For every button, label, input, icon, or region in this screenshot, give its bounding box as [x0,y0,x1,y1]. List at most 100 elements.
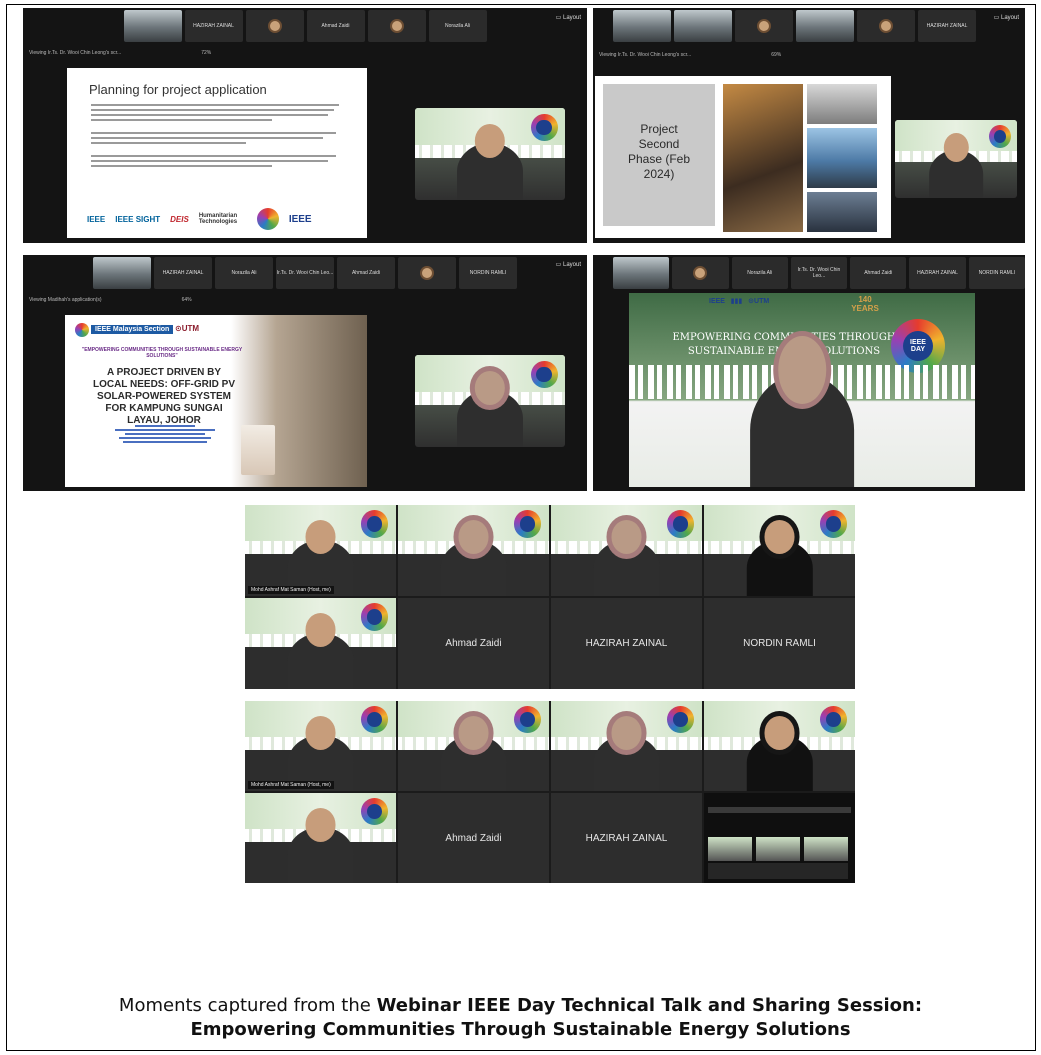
camera-off-tile[interactable]: HAZIRAH ZAINAL [551,793,702,883]
participant-tile-video[interactable] [123,10,182,42]
avatar [693,266,708,280]
avatar [267,19,282,33]
speaker-video[interactable] [415,355,565,447]
presenter-photo [241,425,275,475]
video-tile[interactable] [398,505,549,596]
avatar [757,19,771,33]
participant-tile[interactable] [857,10,915,42]
viewing-label: Viewing Ir.Ts. Dr. Wooi Chin Leong's scr… [29,50,122,56]
participant-tile[interactable]: Norazila Ali [215,257,273,289]
participant-tile[interactable]: NORDIN RAMLI [968,257,1025,289]
camera-off-tile[interactable]: Ahmad Zaidi [398,793,549,883]
video-tile[interactable] [704,505,855,596]
layout-icon: ▭ [993,15,1001,21]
slide-title: A PROJECT DRIVEN BY LOCAL NEEDS: OFF-GRI… [92,367,236,426]
video-tile[interactable] [245,793,396,883]
utm-logo: ⊙UTM [175,324,200,333]
participant-tile[interactable] [672,257,729,289]
zoom-level[interactable]: 72% [201,50,211,56]
deis-logo: DEIS [170,214,189,224]
video-tile[interactable] [551,701,702,791]
video-tile[interactable] [704,701,855,791]
participant-tile-video[interactable] [674,10,732,42]
participant-tile-video[interactable] [93,257,151,289]
slide-body-text [91,104,349,170]
viewing-label: Viewing Ir.Ts. Dr. Wooi Chin Leong's scr… [599,52,692,58]
layout-label: Layout [1000,15,1019,21]
layout-label: Layout [562,15,581,21]
layout-icon: ▭ [555,15,563,21]
screenshot-panel-4: Norazila Ali Ir.Ts. Dr. Wooi Chin Leo...… [593,255,1025,491]
participant-tile-video[interactable] [613,10,671,42]
share-view-bar: Viewing Ir.Ts. Dr. Wooi Chin Leong's scr… [23,48,587,58]
participant-strip: HAZIRAH ZAINAL [593,8,1025,44]
participant-tile[interactable] [367,10,426,42]
caption-bold-line-2: Empowering Communities Through Sustainab… [190,1019,851,1040]
speaker-video[interactable] [895,120,1017,198]
participant-tile[interactable] [735,10,793,42]
participant-tile[interactable]: HAZIRAH ZAINAL [184,10,243,42]
shared-slide: Planning for project application IEEE IE… [67,68,367,238]
participant-tile[interactable]: HAZIRAH ZAINAL [154,257,212,289]
viewing-label: Viewing Madihah's application(s) [29,297,102,303]
camera-off-tile[interactable]: Ahmad Zaidi [398,598,549,689]
avatar [389,19,404,33]
slide-logo-row: IEEE IEEE SIGHT DEIS Humanitarian Techno… [87,208,357,230]
share-view-bar: Viewing Madihah's application(s) 64% [23,295,587,305]
participant-strip: HAZIRAH ZAINAL Ahmad Zaidi Norazila Ali [23,8,587,44]
participant-tile[interactable]: HAZIRAH ZAINAL [918,10,976,42]
participant-tile[interactable] [398,257,456,289]
video-tile[interactable]: Mohd Ashraf Mat Saman (Host, me) [245,701,396,791]
participant-tile[interactable]: Ir.Ts. Dr. Wooi Chin Leo... [790,257,848,289]
share-view-bar: Viewing Ir.Ts. Dr. Wooi Chin Leong's scr… [593,50,1025,60]
caption-prefix: Moments captured from the [118,995,377,1016]
participant-tile[interactable] [245,10,304,42]
speaker-video-large[interactable]: IEEE ▮▮▮ ⊙UTM 140 YEARS EMPOWERING COMMU… [629,293,975,487]
video-tile[interactable] [245,598,396,689]
zoom-level[interactable]: 69% [771,52,781,58]
video-tile[interactable]: Mohd Ashraf Mat Saman (Host, me) [245,505,396,596]
screenshot-panel-3: HAZIRAH ZAINAL Norazila Ali Ir.Ts. Dr. W… [23,255,587,491]
slide-photo [807,192,877,232]
participant-tile-video[interactable] [796,10,854,42]
layout-button[interactable]: ▭ Layout [994,14,1019,21]
slide-photo [807,84,877,124]
caption-bold-line-1: Webinar IEEE Day Technical Talk and Shar… [376,995,923,1016]
camera-off-tile[interactable]: NORDIN RAMLI [704,598,855,689]
participant-strip: Norazila Ali Ir.Ts. Dr. Wooi Chin Leo...… [593,255,1025,291]
ieee-sight-logo: IEEE SIGHT [115,214,161,224]
slide-quote: "EMPOWERING COMMUNITIES THROUGH SUSTAINA… [81,347,243,359]
screen-share-thumbnail[interactable] [704,793,855,883]
participant-tile[interactable]: Norazila Ali [428,10,487,42]
participant-tile[interactable]: HAZIRAH ZAINAL [909,257,966,289]
host-name-tag: Mohd Ashraf Mat Saman (Host, me) [248,781,334,789]
participant-tile[interactable]: Ir.Ts. Dr. Wooi Chin Leo... [276,257,334,289]
slide-title-box: Project Second Phase (Feb 2024) [603,84,715,226]
speaker-video[interactable] [415,108,565,200]
slide-title: Project Second Phase (Feb 2024) [627,122,691,181]
zoom-level[interactable]: 64% [182,297,192,303]
gallery-view-2: Mohd Ashraf Mat Saman (Host, me) Ahmad Z… [245,701,855,883]
layout-button[interactable]: ▭ Layout [556,14,581,21]
participant-tile[interactable]: Ahmad Zaidi [306,10,365,42]
layout-label: Layout [562,262,581,268]
participant-name: Ahmad Zaidi [445,638,502,649]
figure-caption: Moments captured from the Webinar IEEE D… [0,994,1041,1042]
avatar [420,266,434,280]
participant-tile[interactable]: Ahmad Zaidi [337,257,395,289]
participant-tile-video[interactable] [613,257,670,289]
participant-tile[interactable]: NORDIN RAMLI [459,257,517,289]
slide-photo [807,128,877,188]
participant-tile[interactable]: Norazila Ali [731,257,788,289]
screenshot-panel-2: HAZIRAH ZAINAL ▭ Layout Viewing Ir.Ts. D… [593,8,1025,243]
camera-off-tile[interactable]: HAZIRAH ZAINAL [551,598,702,689]
video-tile[interactable] [398,701,549,791]
host-name-tag: Mohd Ashraf Mat Saman (Host, me) [248,586,334,594]
participant-name: HAZIRAH ZAINAL [585,638,668,649]
participant-tile[interactable]: Ahmad Zaidi [850,257,907,289]
years-badge: 140 YEARS [851,295,879,313]
layout-button[interactable]: ▭ Layout [556,261,581,268]
presenter-affiliation [105,423,225,445]
video-tile[interactable] [551,505,702,596]
ieee-logo-large: IEEE [288,213,312,225]
